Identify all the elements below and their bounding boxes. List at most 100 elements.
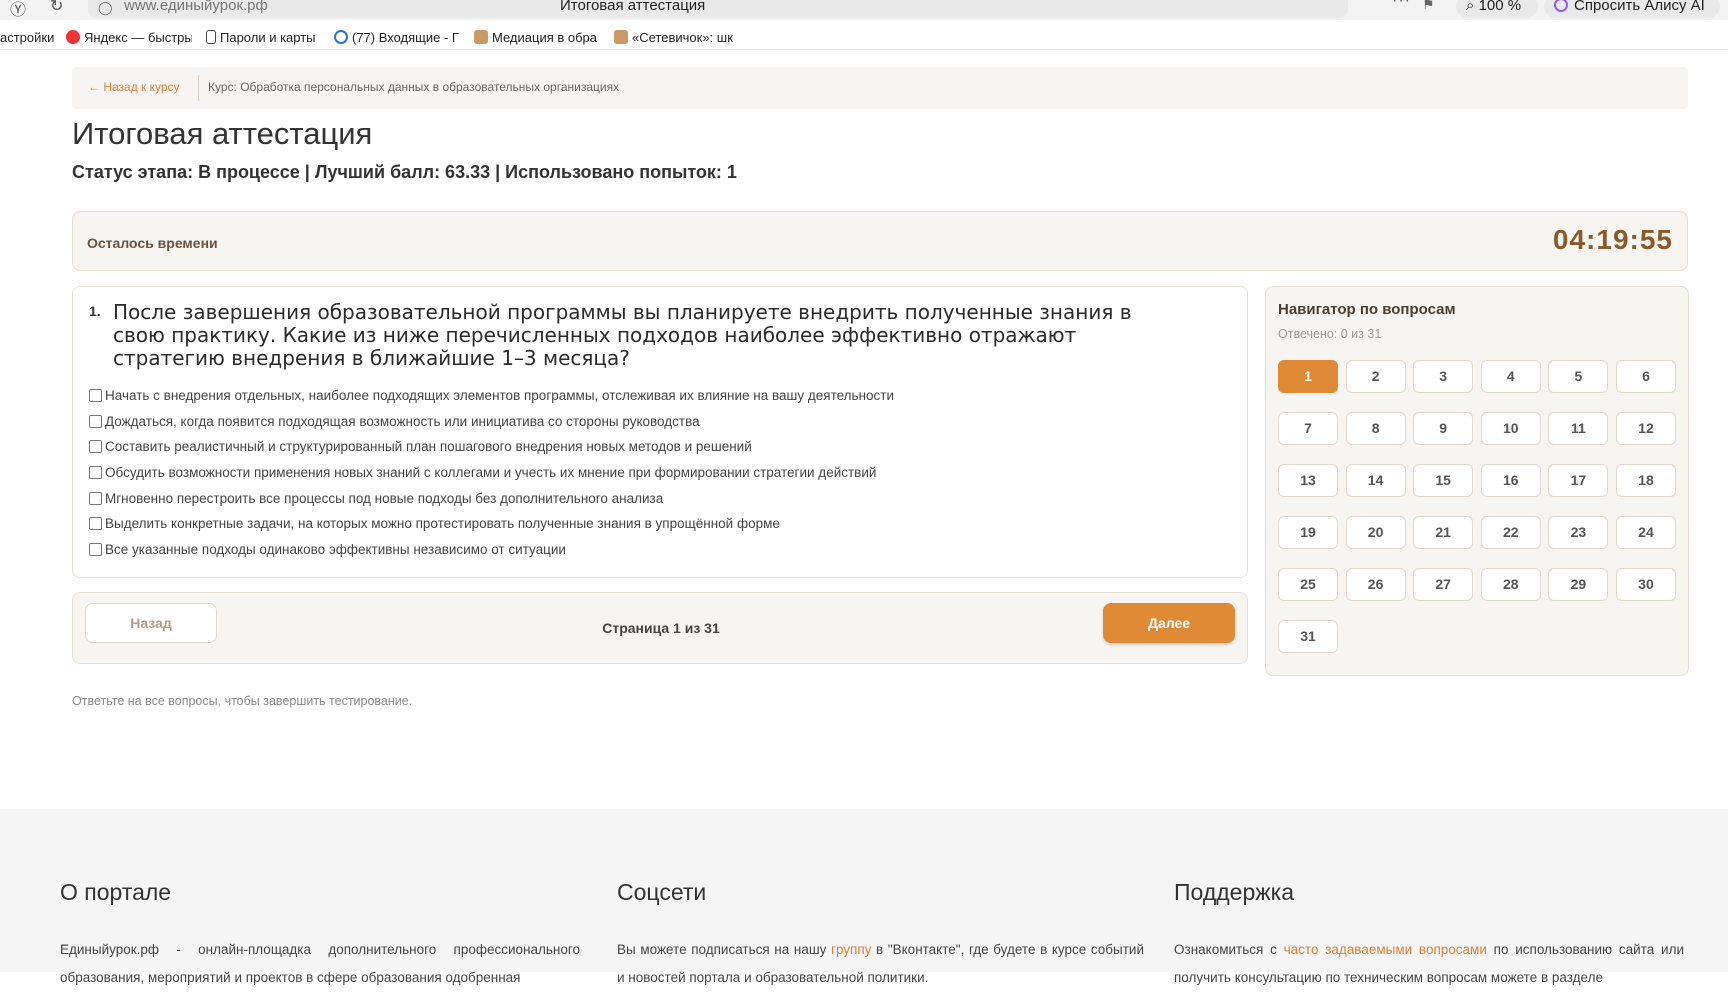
site-footer: О портале Единыйурок.рф - онлайн-площадк…	[0, 809, 1728, 985]
question-nav-button[interactable]: 30	[1615, 568, 1676, 601]
alice-icon	[1554, 0, 1568, 12]
question-nav-button[interactable]: 27	[1413, 568, 1474, 601]
answer-option[interactable]: Все указанные подходы одинаково эффектив…	[89, 537, 894, 563]
footer-social-title: Соцсети	[617, 879, 707, 905]
more-icon[interactable]: ···	[1392, 0, 1411, 10]
checkbox[interactable]	[89, 517, 102, 531]
question-number: 1.	[89, 303, 101, 319]
answer-option[interactable]: Мгновенно перестроить все процессы под н…	[89, 485, 894, 511]
zoom-level: 100 %	[1478, 0, 1522, 14]
question-card: 1. После завершения образовательной прог…	[72, 286, 1248, 578]
timer-value: 04:19:55	[1552, 224, 1673, 255]
answered-count: Отвечено: 0 из 31	[1278, 327, 1382, 341]
question-nav-button[interactable]: 7	[1278, 412, 1338, 445]
checkbox[interactable]	[89, 466, 102, 480]
bookmark-mail[interactable]: (77) Входящие - Г	[334, 30, 462, 45]
answer-option[interactable]: Составить реалистичный и структурированн…	[89, 434, 894, 460]
question-nav-button[interactable]: 16	[1480, 464, 1541, 497]
navigator-title: Навигатор по вопросам	[1278, 301, 1456, 318]
question-nav-button[interactable]: 31	[1278, 620, 1338, 653]
next-button[interactable]: Далее	[1103, 603, 1235, 643]
stage-status: Статус этапа: В процессе | Лучший балл: …	[72, 162, 737, 182]
bookmark-mediation[interactable]: Медиация в обра	[474, 30, 600, 45]
question-nav-button[interactable]: 18	[1615, 464, 1676, 497]
checkbox[interactable]	[89, 542, 102, 556]
vk-group-link[interactable]: группу	[831, 942, 871, 957]
footer-support: Поддержка Ознакомиться с часто задаваемы…	[1174, 879, 1684, 992]
question-nav-button[interactable]: 6	[1615, 360, 1676, 393]
bookmark-icon[interactable]: ⚑	[1422, 0, 1435, 13]
text: Вы можете подписаться на нашу	[617, 942, 832, 957]
footer-about: О портале Единыйурок.рф - онлайн-площадк…	[60, 879, 580, 992]
question-nav-button[interactable]: 1	[1278, 360, 1338, 393]
option-label: Начать с внедрения отдельных, наиболее п…	[105, 388, 895, 404]
bookmark-label: (77) Входящие - Г	[352, 30, 459, 45]
question-nav-button[interactable]: 26	[1345, 568, 1406, 601]
footer-about-title: О портале	[60, 879, 172, 905]
document-icon	[206, 30, 216, 44]
question-nav-button[interactable]: 14	[1345, 464, 1406, 497]
option-label: Составить реалистичный и структурированн…	[105, 439, 752, 455]
question-nav-button[interactable]: 21	[1413, 516, 1474, 549]
question-nav-button[interactable]: 9	[1413, 412, 1474, 445]
question-navigator: Навигатор по вопросам Отвечено: 0 из 31 …	[1265, 286, 1689, 676]
question-nav-button[interactable]: 5	[1548, 360, 1609, 393]
pagination-bar: Назад Страница 1 из 31 Далее	[72, 592, 1248, 664]
site-icon	[614, 30, 628, 44]
breadcrumb: ← Назад к курсу Курс: Обработка персонал…	[72, 67, 1688, 109]
checkbox[interactable]	[89, 389, 102, 403]
checkbox[interactable]	[89, 414, 102, 428]
question-nav-button[interactable]: 22	[1480, 516, 1541, 549]
question-nav-button[interactable]: 3	[1413, 360, 1474, 393]
page-indicator: Страница 1 из 31	[602, 620, 720, 636]
shield-icon: ◯	[98, 0, 113, 15]
zoom-button[interactable]: ⌕ 100 %	[1456, 0, 1538, 18]
answer-option[interactable]: Начать с внедрения отдельных, наиболее п…	[89, 383, 894, 409]
question-nav-button[interactable]: 12	[1615, 412, 1676, 445]
question-text: После завершения образовательной програм…	[113, 300, 1132, 370]
question-nav-button[interactable]: 15	[1413, 464, 1474, 497]
timer-panel: Осталось времени 04:19:55	[72, 211, 1688, 271]
address-bar[interactable]: ◯ www.единыйурок.рф Итоговая аттестация …	[88, 0, 1435, 18]
option-label: Выделить конкретные задачи, на которых м…	[105, 516, 780, 532]
question-nav-button[interactable]: 28	[1480, 568, 1541, 601]
question-nav-button[interactable]: 8	[1345, 412, 1406, 445]
question-nav-button[interactable]: 24	[1615, 516, 1676, 549]
checkbox[interactable]	[89, 491, 102, 505]
question-nav-button[interactable]: 19	[1278, 516, 1338, 549]
tab-title: Итоговая аттестация	[560, 0, 706, 14]
browser-toolbar: Ⓨ ↻ ◯ www.единыйурок.рф Итоговая аттеста…	[0, 0, 1728, 20]
back-to-course-link[interactable]: ← Назад к курсу	[88, 80, 180, 94]
question-nav-button[interactable]: 17	[1548, 464, 1609, 497]
question-nav-button[interactable]: 2	[1345, 360, 1406, 393]
faq-link[interactable]: часто задаваемыми вопросами	[1284, 942, 1487, 957]
checkbox[interactable]	[89, 440, 102, 454]
question-nav-button[interactable]: 29	[1548, 568, 1609, 601]
option-label: Все указанные подходы одинаково эффектив…	[105, 541, 566, 557]
alice-button[interactable]: Спросить Алису AI	[1544, 0, 1720, 18]
bookmark-label: Яндекс — быстры	[84, 30, 192, 45]
navigator-grid: 1 2 3 4 5 6 7 8 9 10 11 12 13 14 15 16 17 18 19 20 21 22 23 24 2…	[1278, 360, 1676, 653]
answer-option[interactable]: Дождаться, когда появится подходящая воз…	[89, 409, 894, 435]
option-label: Мгновенно перестроить все процессы под н…	[105, 490, 664, 506]
question-nav-button[interactable]: 10	[1480, 412, 1541, 445]
answer-option[interactable]: Выделить конкретные задачи, на которых м…	[89, 511, 894, 537]
text: Ознакомиться с	[1174, 942, 1284, 957]
bookmark-passwords[interactable]: Пароли и карты	[206, 30, 324, 45]
bookmark-setevichok[interactable]: «Сетевичок»: шк	[614, 30, 740, 45]
question-nav-button[interactable]: 11	[1548, 412, 1609, 445]
bookmark-yandex[interactable]: Яндекс — быстры	[66, 30, 192, 45]
reload-icon[interactable]: ↻	[50, 0, 63, 16]
question-nav-button[interactable]: 13	[1278, 464, 1338, 497]
question-nav-button[interactable]: 25	[1278, 568, 1338, 601]
yandex-icon[interactable]: Ⓨ	[10, 0, 26, 20]
footer-about-text: Единыйурок.рф - онлайн-площадка дополнит…	[60, 942, 580, 985]
question-nav-button[interactable]: 23	[1548, 516, 1609, 549]
bookmark-label: Медиация в обра	[492, 30, 598, 45]
course-name: Курс: Обработка персональных данных в об…	[208, 80, 620, 94]
alice-label: Спросить Алису AI	[1574, 0, 1705, 14]
bookmark-settings[interactable]: астройки	[0, 30, 56, 45]
question-nav-button[interactable]: 20	[1345, 516, 1406, 549]
answer-option[interactable]: Обсудить возможности применения новых зн…	[89, 460, 894, 486]
question-nav-button[interactable]: 4	[1480, 360, 1541, 393]
